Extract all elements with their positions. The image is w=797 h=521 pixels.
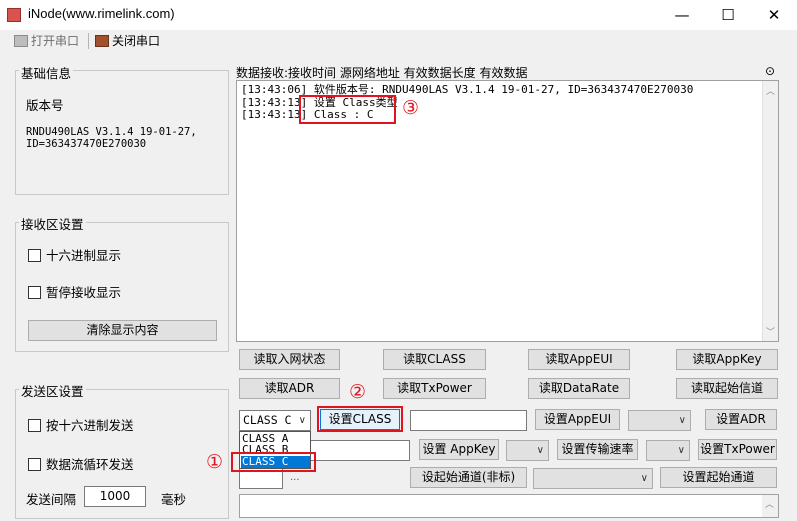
- chevron-down-icon: ∨: [298, 415, 306, 426]
- open-port-label: 打开串口: [31, 34, 80, 48]
- scroll-down-icon[interactable]: ﹀: [766, 325, 775, 338]
- rate-select[interactable]: ∨: [506, 440, 549, 461]
- scroll-up-icon[interactable]: ︿: [766, 84, 775, 97]
- send-input[interactable]: ︿: [239, 494, 779, 518]
- receive-settings-title: 接收区设置: [19, 214, 86, 233]
- read-start-channel-button[interactable]: 读取起始信道: [676, 378, 778, 399]
- checkbox-box[interactable]: [28, 458, 41, 471]
- annotation-box-1: [231, 452, 316, 472]
- port-close-icon: [95, 35, 109, 47]
- txpower-select[interactable]: ∨: [646, 440, 690, 461]
- close-port-button[interactable]: 关闭串口: [95, 32, 160, 50]
- checkbox-box[interactable]: [28, 419, 41, 432]
- radio-icon[interactable]: ⊙: [765, 64, 775, 78]
- loop-send-checkbox[interactable]: 数据流循环发送: [28, 454, 134, 473]
- toolbar-divider: [88, 33, 89, 49]
- toolbar: 打开串口 关闭串口: [0, 30, 797, 52]
- window-title: iNode(www.rimelink.com): [28, 6, 175, 21]
- chevron-down-icon: ∨: [677, 445, 685, 456]
- annotation-number-3: ③: [402, 97, 420, 119]
- port-open-icon: [14, 35, 28, 47]
- read-txpower-button[interactable]: 读取TxPower: [383, 378, 486, 399]
- annotation-box-2: [317, 406, 403, 432]
- version-value-2: ID=363437470E270030: [26, 138, 147, 150]
- ellipsis-label: ...: [290, 472, 300, 483]
- set-start-channel-nonstd-button[interactable]: 设起始通道(非标): [410, 467, 527, 488]
- hex-display-label: 十六进制显示: [46, 248, 122, 263]
- annotation-number-2: ②: [349, 381, 367, 403]
- appkey-input[interactable]: [305, 440, 410, 461]
- version-value-1: RNDU490LAS V3.1.4 19-01-27,: [26, 126, 197, 138]
- scroll-up-icon[interactable]: ︿: [765, 497, 774, 510]
- close-port-label: 关闭串口: [112, 34, 161, 48]
- set-start-channel-button[interactable]: 设置起始通道: [660, 467, 777, 488]
- read-join-status-button[interactable]: 读取入网状态: [239, 349, 340, 370]
- read-appeui-button[interactable]: 读取AppEUI: [528, 349, 630, 370]
- close-button[interactable]: ✕: [751, 0, 797, 30]
- set-rate-button[interactable]: 设置传输速率: [557, 439, 638, 460]
- title-bar: iNode(www.rimelink.com) — ☐ ✕: [0, 0, 797, 30]
- interval-input[interactable]: 1000: [84, 486, 146, 507]
- app-icon: [7, 8, 21, 22]
- read-appkey-button[interactable]: 读取AppKey: [676, 349, 778, 370]
- send-settings-title: 发送区设置: [19, 381, 86, 400]
- hex-send-checkbox[interactable]: 按十六进制发送: [28, 415, 134, 434]
- version-label: 版本号: [26, 98, 64, 113]
- basic-info-title: 基础信息: [19, 63, 74, 82]
- receive-header: 数据接收:接收时间 源网络地址 有效数据长度 有效数据: [236, 66, 528, 80]
- minimize-button[interactable]: —: [659, 0, 705, 30]
- hex-send-label: 按十六进制发送: [46, 418, 134, 433]
- appeui-input[interactable]: [410, 410, 527, 431]
- chevron-down-icon: ∨: [678, 415, 686, 426]
- set-appeui-button[interactable]: 设置AppEUI: [535, 409, 620, 430]
- read-class-button[interactable]: 读取CLASS: [383, 349, 486, 370]
- interval-label: 发送间隔: [26, 492, 77, 507]
- pause-display-label: 暂停接收显示: [46, 285, 122, 300]
- interval-unit: 毫秒: [161, 492, 187, 507]
- checkbox-box[interactable]: [28, 286, 41, 299]
- set-adr-button[interactable]: 设置ADR: [705, 409, 777, 430]
- adr-select[interactable]: ∨: [628, 410, 691, 431]
- channel-select[interactable]: ∨: [533, 468, 653, 489]
- set-txpower-button[interactable]: 设置TxPower: [698, 439, 777, 460]
- chevron-down-icon: ∨: [536, 445, 544, 456]
- read-adr-button[interactable]: 读取ADR: [239, 378, 340, 399]
- loop-send-label: 数据流循环发送: [46, 457, 134, 472]
- annotation-box-3: [299, 95, 396, 124]
- read-datarate-button[interactable]: 读取DataRate: [528, 378, 630, 399]
- send-scrollbar[interactable]: ︿: [762, 495, 778, 517]
- maximize-button[interactable]: ☐: [705, 0, 751, 30]
- chevron-down-icon: ∨: [640, 473, 648, 484]
- open-port-button[interactable]: 打开串口: [14, 32, 79, 50]
- annotation-number-1: ①: [206, 451, 224, 473]
- hex-display-checkbox[interactable]: 十六进制显示: [28, 245, 121, 264]
- clear-display-button[interactable]: 清除显示内容: [28, 320, 217, 341]
- set-appkey-button[interactable]: 设置 AppKey: [419, 439, 499, 460]
- log-scrollbar[interactable]: ︿ ﹀: [762, 81, 778, 341]
- pause-display-checkbox[interactable]: 暂停接收显示: [28, 282, 121, 301]
- class-select[interactable]: CLASS C ∨: [239, 410, 311, 431]
- class-select-value: CLASS C: [243, 413, 292, 427]
- checkbox-box[interactable]: [28, 249, 41, 262]
